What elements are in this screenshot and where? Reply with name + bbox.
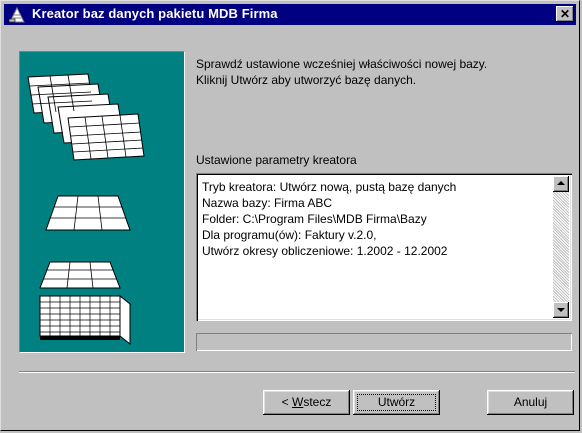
description-line-1: Sprawdź ustawione wcześniej właściwości … [196, 57, 488, 71]
focus-rectangle [357, 394, 436, 411]
window-title: Kreator baz danych pakietu MDB Firma [32, 6, 278, 21]
param-line-programs: Dla programu(ów): Faktury v.2.0, [202, 228, 377, 242]
param-line-db-name: Nazwa bazy: Firma ABC [202, 196, 333, 210]
button-separator [19, 371, 575, 373]
tables-icon [27, 73, 145, 346]
back-button[interactable]: < Wstecz [263, 390, 350, 415]
title-bar[interactable]: Kreator baz danych pakietu MDB Firma ✕ [4, 4, 576, 25]
create-button[interactable]: Utwórz [353, 390, 440, 415]
database-tables-illustration [19, 51, 185, 353]
param-line-mode: Tryb kreatora: Utwórz nową, pustą bazę d… [202, 180, 457, 194]
wizard-window: Kreator baz danych pakietu MDB Firma ✕ S… [0, 0, 580, 431]
cancel-button[interactable]: Anuluj [487, 390, 574, 415]
close-button[interactable]: ✕ [556, 6, 574, 22]
params-textarea[interactable]: Tryb kreatora: Utwórz nową, pustą bazę d… [196, 173, 572, 321]
close-icon: ✕ [559, 7, 571, 21]
param-line-periods: Utwórz okresy obliczeniowe: 1.2002 - 12.… [202, 244, 448, 258]
back-button-rest: stecz [303, 395, 332, 409]
arrow-up-icon [557, 181, 565, 185]
param-line-folder: Folder: C:\Program Files\MDB Firma\Bazy [202, 212, 427, 226]
description-line-2: Kliknij Utwórz aby utworzyć bazę danych. [196, 73, 417, 87]
progress-bar [196, 333, 572, 351]
description-text: Sprawdź ustawione wcześniej właściwości … [196, 56, 566, 88]
back-button-prefix: < [281, 395, 292, 409]
cancel-button-label: Anuluj [513, 395, 548, 409]
scroll-up-button[interactable] [553, 176, 569, 192]
params-label: Ustawione parametry kreatora [196, 153, 357, 167]
database-wizard-icon [8, 6, 25, 23]
params-scrollbar[interactable] [553, 176, 569, 318]
back-button-mnemonic: W [292, 395, 304, 409]
params-lines: Tryb kreatora: Utwórz nową, pustą bazę d… [202, 179, 547, 259]
scroll-down-button[interactable] [553, 302, 569, 318]
arrow-down-icon [557, 308, 565, 312]
